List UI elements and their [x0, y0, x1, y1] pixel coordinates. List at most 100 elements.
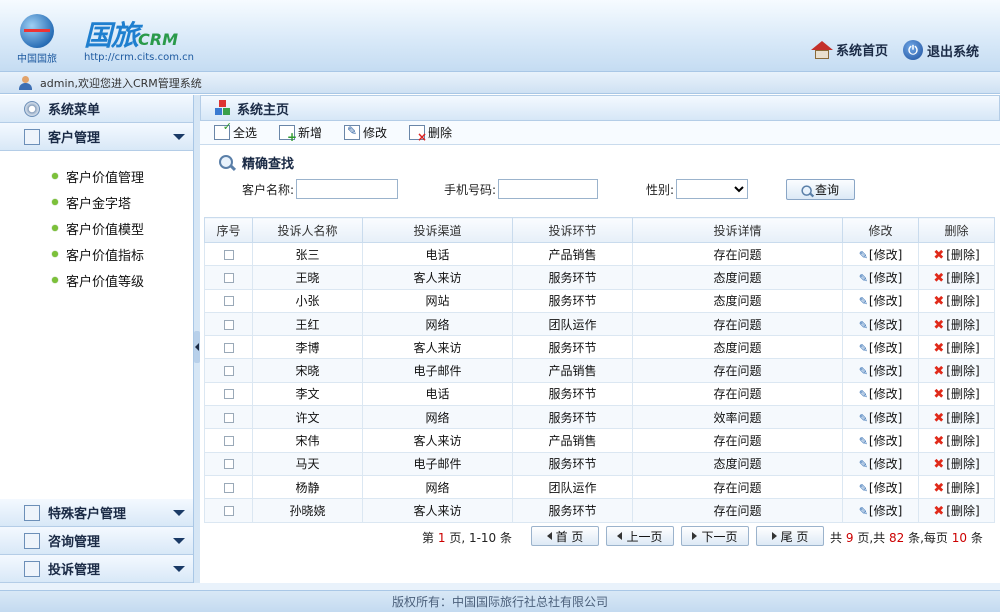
cell-delete[interactable]: ✖ [删除]: [918, 451, 995, 476]
gender-select[interactable]: [676, 179, 749, 199]
prev-page-button[interactable]: 上一页: [606, 526, 674, 546]
cell-edit[interactable]: ✎[修改]: [842, 335, 919, 360]
chevron-down-icon[interactable]: [173, 134, 185, 140]
edit-link[interactable]: [修改]: [869, 318, 902, 332]
cell-edit[interactable]: ✎[修改]: [842, 311, 919, 337]
chevron-down-icon[interactable]: [173, 566, 185, 572]
cell-delete[interactable]: ✖ [删除]: [918, 358, 995, 383]
sidebar-item-label[interactable]: 客户价值等级: [66, 271, 144, 290]
edit-button[interactable]: 修改: [344, 124, 387, 141]
edit-link[interactable]: [修改]: [869, 434, 902, 448]
sidebar-item-label[interactable]: 客户价值模型: [66, 219, 144, 238]
sidebar-group-customer[interactable]: 客户管理: [0, 123, 193, 151]
cell-edit[interactable]: ✎[修改]: [842, 288, 919, 313]
edit-link[interactable]: [修改]: [869, 411, 902, 425]
delete-button[interactable]: 删除: [409, 124, 452, 144]
cell-edit[interactable]: ✎[修改]: [842, 265, 919, 290]
row-checkbox[interactable]: [223, 296, 234, 307]
edit-link[interactable]: [修改]: [869, 294, 902, 308]
sidebar: 系统菜单 客户管理 客户价值管理 客户金字塔 客户价值模型 客户价值指标 客户价…: [0, 95, 194, 583]
cell-edit[interactable]: ✎[修改]: [842, 358, 919, 383]
delete-link[interactable]: [删除]: [946, 434, 979, 448]
cell-delete[interactable]: ✖ [删除]: [918, 405, 995, 430]
delete-link[interactable]: [删除]: [946, 248, 979, 262]
chevron-down-icon[interactable]: [173, 538, 185, 544]
row-checkbox[interactable]: [223, 459, 234, 470]
sidebar-group-complaint[interactable]: 投诉管理: [0, 555, 193, 583]
edit-link[interactable]: [修改]: [869, 504, 902, 518]
row-checkbox[interactable]: [223, 272, 234, 283]
delete-link[interactable]: [删除]: [946, 457, 979, 471]
row-checkbox[interactable]: [223, 482, 234, 493]
cell-delete[interactable]: ✖ [删除]: [918, 265, 995, 290]
add-button[interactable]: 新增: [279, 124, 322, 144]
cell-edit[interactable]: ✎[修改]: [842, 451, 919, 476]
query-button[interactable]: 查询: [786, 179, 855, 200]
cell-name: 小张: [252, 288, 363, 313]
delete-link[interactable]: [删除]: [946, 411, 979, 425]
cell-delete[interactable]: ✖ [删除]: [918, 311, 995, 337]
home-link[interactable]: 系统首页: [811, 40, 888, 59]
edit-link[interactable]: [修改]: [869, 387, 902, 401]
row-checkbox[interactable]: [223, 389, 234, 400]
row-checkbox[interactable]: [223, 505, 234, 516]
delete-link[interactable]: [删除]: [946, 341, 979, 355]
edit-link[interactable]: [修改]: [869, 271, 902, 285]
sidebar-item-value-model[interactable]: 客户价值模型: [52, 215, 193, 241]
next-page-button[interactable]: 下一页: [681, 526, 749, 546]
row-checkbox[interactable]: [223, 412, 234, 423]
edit-link[interactable]: [修改]: [869, 481, 902, 495]
row-checkbox[interactable]: [223, 366, 234, 377]
row-checkbox[interactable]: [223, 436, 234, 447]
sidebar-item-value-management[interactable]: 客户价值管理: [52, 163, 193, 189]
delete-link[interactable]: [删除]: [946, 364, 979, 378]
sidebar-item-label[interactable]: 客户金字塔: [66, 193, 131, 212]
cell-edit[interactable]: ✎[修改]: [842, 381, 919, 407]
first-page-label: 首 页: [555, 529, 584, 544]
cell-edit[interactable]: ✎[修改]: [842, 428, 919, 453]
cell-delete[interactable]: ✖ [删除]: [918, 241, 995, 267]
cell-edit[interactable]: ✎[修改]: [842, 241, 919, 267]
pencil-icon: ✎: [858, 504, 868, 518]
cell-edit[interactable]: ✎[修改]: [842, 474, 919, 500]
brand-main: 国旅: [84, 19, 139, 52]
delete-link[interactable]: [删除]: [946, 504, 979, 518]
sidebar-item-value-index[interactable]: 客户价值指标: [52, 241, 193, 267]
sidebar-item-value-level[interactable]: 客户价值等级: [52, 267, 193, 293]
cell-delete[interactable]: ✖ [删除]: [918, 428, 995, 453]
total-pages: 9: [845, 531, 854, 545]
edit-link[interactable]: [修改]: [869, 364, 902, 378]
delete-link[interactable]: [删除]: [946, 318, 979, 332]
delete-link[interactable]: [删除]: [946, 294, 979, 308]
gear-icon: [24, 100, 40, 117]
edit-link[interactable]: [修改]: [869, 248, 902, 262]
last-page-button[interactable]: 尾 页: [756, 526, 824, 546]
current-page: 1: [437, 531, 446, 545]
cell-delete[interactable]: ✖ [删除]: [918, 335, 995, 360]
chevron-down-icon[interactable]: [173, 510, 185, 516]
cell-edit[interactable]: ✎[修改]: [842, 498, 919, 523]
delete-link[interactable]: [删除]: [946, 481, 979, 495]
delete-link[interactable]: [删除]: [946, 271, 979, 285]
logout-link[interactable]: ⏻ 退出系统: [903, 40, 979, 60]
cell-delete[interactable]: ✖ [删除]: [918, 474, 995, 500]
cell-delete[interactable]: ✖ [删除]: [918, 498, 995, 523]
cell-delete[interactable]: ✖ [删除]: [918, 381, 995, 407]
cell-delete[interactable]: ✖ [删除]: [918, 288, 995, 313]
sidebar-group-special[interactable]: 特殊客户管理: [0, 499, 193, 527]
row-checkbox[interactable]: [223, 249, 234, 260]
sidebar-item-pyramid[interactable]: 客户金字塔: [52, 189, 193, 215]
sidebar-item-label[interactable]: 客户价值指标: [66, 245, 144, 264]
select-all-button[interactable]: 全选: [214, 120, 257, 141]
sidebar-group-consult[interactable]: 咨询管理: [0, 527, 193, 555]
sidebar-item-label[interactable]: 客户价值管理: [66, 167, 144, 186]
edit-link[interactable]: [修改]: [869, 457, 902, 471]
delete-link[interactable]: [删除]: [946, 387, 979, 401]
phone-input[interactable]: [498, 179, 599, 199]
first-page-button[interactable]: 首 页: [531, 526, 599, 546]
row-checkbox[interactable]: [223, 319, 234, 330]
cell-edit[interactable]: ✎[修改]: [842, 405, 919, 430]
edit-link[interactable]: [修改]: [869, 341, 902, 355]
customer-name-input[interactable]: [296, 179, 399, 199]
row-checkbox[interactable]: [223, 342, 234, 353]
